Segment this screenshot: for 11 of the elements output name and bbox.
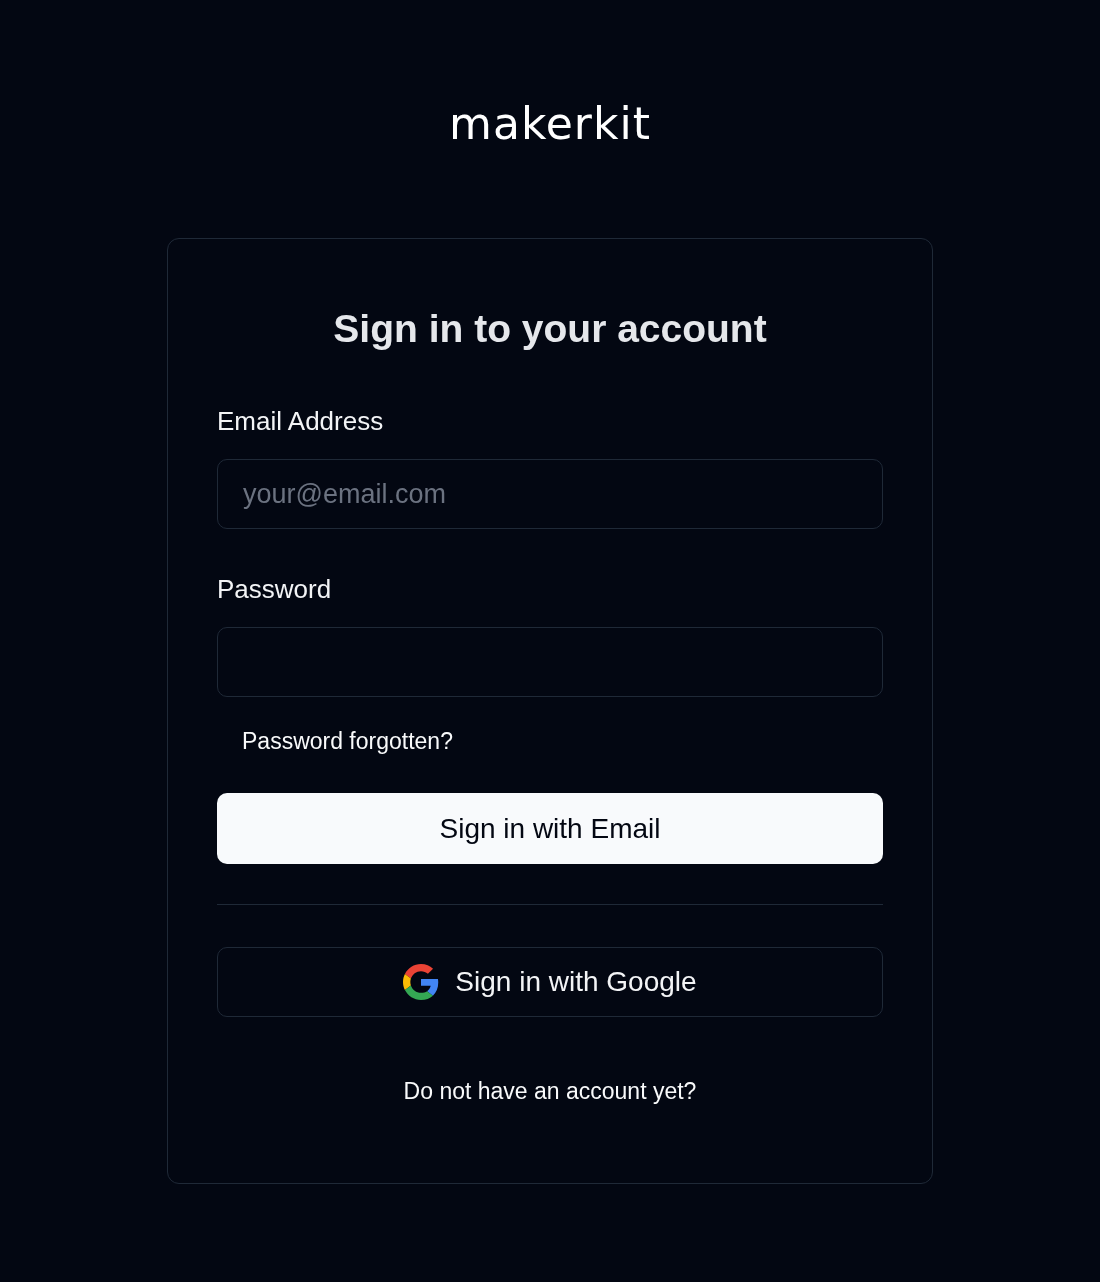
field-label: Email Address bbox=[217, 405, 384, 437]
page-title: Sign in to your account bbox=[333, 306, 767, 352]
forgot-password-link[interactable]: Password forgotten? bbox=[242, 727, 453, 755]
logo: makerkit bbox=[449, 97, 651, 151]
password-field[interactable] bbox=[217, 627, 883, 697]
email-sign-in-button[interactable]: Sign in with Email bbox=[217, 793, 883, 864]
google-sign-in-button[interactable]: Sign in with Google bbox=[217, 947, 883, 1017]
field-label: Password bbox=[217, 573, 332, 605]
email-field[interactable]: your@email.com bbox=[217, 459, 883, 529]
sign-up-link[interactable]: Do not have an account yet? bbox=[403, 1077, 697, 1105]
google-icon bbox=[403, 964, 440, 1000]
